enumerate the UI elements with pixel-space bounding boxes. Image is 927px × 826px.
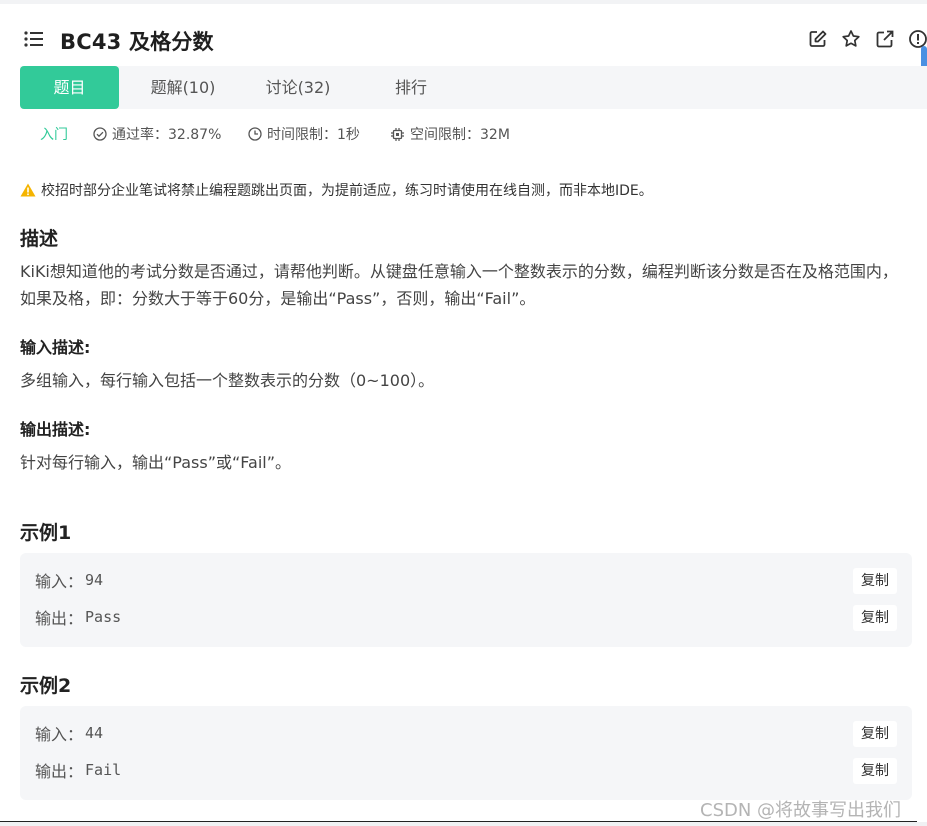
example-2-output-row: 输出： Fail [35,756,121,784]
output-desc-heading: 输出描述: [20,420,91,439]
input-value[interactable]: 94 [85,571,103,589]
copy-input-button[interactable]: 复制 [853,721,897,747]
copy-input-button[interactable]: 复制 [853,568,897,594]
clock-icon [248,127,262,141]
tab-discussion[interactable]: 讨论(32) [248,66,348,109]
tab-ranking[interactable]: 排行 [371,66,451,109]
time-limit: 时间限制：1秒 [248,124,360,144]
page-title: BC43 及格分数 [60,30,214,54]
input-desc-heading: 输入描述: [20,338,91,357]
watermark: CSDN @将故事写出我们 [700,800,902,821]
input-label: 输入： [35,572,84,591]
output-value[interactable]: Pass [85,608,121,626]
example-1-title: 示例1 [20,522,72,544]
space-limit: 空间限制：32M [390,124,510,144]
tab-solutions[interactable]: 题解(10) [133,66,233,109]
header: BC43 及格分数 [0,4,927,66]
input-value[interactable]: 44 [85,724,103,742]
example-1-input-row: 输入： 94 [35,566,103,594]
example-2-box: 输入： 44 复制 输出： Fail 复制 [20,706,912,800]
warning-notice: 校招时部分企业笔试将禁止编程题跳出页面，为提前适应，练习时请使用在线自测，而非本… [20,180,653,200]
pass-rate: 通过率：32.87% [93,124,221,144]
output-label: 输出： [35,609,84,628]
example-1-box: 输入： 94 复制 输出： Pass 复制 [20,553,912,647]
input-label: 输入： [35,725,84,744]
description-text: KiKi想知道他的考试分数是否通过，请帮他判断。从键盘任意输入一个整数表示的分数… [20,262,898,308]
output-value[interactable]: Fail [85,761,121,779]
example-2-input-row: 输入： 44 [35,719,103,747]
external-link-icon[interactable] [875,29,895,49]
tab-problem[interactable]: 题目 [20,66,119,109]
copy-output-button[interactable]: 复制 [853,758,897,784]
output-desc-text: 针对每行输入，输出“Pass”或“Fail”。 [20,453,291,472]
chip-icon [391,127,404,141]
output-label: 输出： [35,762,84,781]
time-limit-text: 时间限制：1秒 [267,127,360,143]
space-limit-text: 空间限制：32M [410,127,510,143]
star-icon[interactable] [841,29,861,49]
example-2-title: 示例2 [20,675,72,697]
warning-icon [20,183,36,197]
list-menu-icon[interactable] [24,31,44,47]
tab-bar: 题目 题解(10) 讨论(32) 排行 [20,66,927,109]
copy-output-button[interactable]: 复制 [853,605,897,631]
example-1-output-row: 输出： Pass [35,603,121,631]
problem-meta: 入门 通过率：32.87% 时间限制：1秒 空间限制：32M [0,124,927,146]
bottom-strip [0,822,927,826]
description-heading: 描述 [20,228,59,250]
pass-rate-text: 通过率：32.87% [112,127,222,143]
edit-icon[interactable] [808,29,828,49]
difficulty-level: 入门 [40,127,68,143]
warning-text: 校招时部分企业笔试将禁止编程题跳出页面，为提前适应，练习时请使用在线自测，而非本… [41,183,653,199]
check-circle-icon [93,127,107,141]
input-desc-text: 多组输入，每行输入包括一个整数表示的分数（0~100）。 [20,371,435,390]
